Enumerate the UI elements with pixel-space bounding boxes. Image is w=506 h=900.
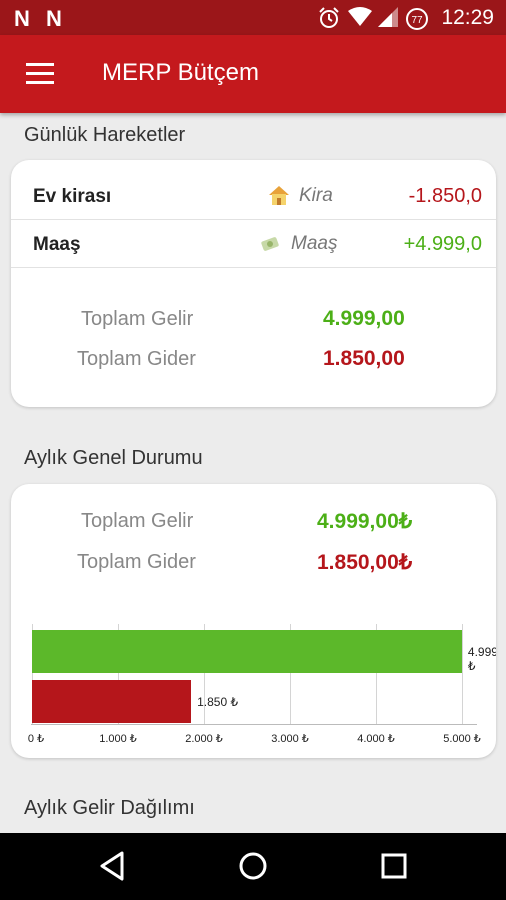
chart-tick-label: 5.000 ₺ [443,733,481,745]
navigation-bar [0,833,506,900]
back-icon[interactable] [96,849,130,883]
money-icon [261,237,279,251]
home-icon[interactable] [236,849,270,883]
status-bar: N N 77 12:29 [0,0,506,35]
notification-icon: N [46,6,62,31]
chart-gridline [462,624,463,724]
chart-tick-label: 3.000 ₺ [271,733,309,745]
transaction-amount: -1.850,0 [408,185,482,207]
transaction-category: Kira [299,185,333,206]
total-income-label: Toplam Gelir [81,308,194,330]
monthly-section-title: Aylık Genel Durumu [24,447,203,469]
battery-level: 77 [411,15,423,26]
app-bar: MERP Bütçem [0,35,506,113]
clock: 12:29 [441,6,494,29]
total-income-value: 4.999,00 [323,307,405,330]
daily-card: Ev kirası Kira -1.850,0 Maaş Maaş +4.999… [11,160,496,407]
total-income-label: Toplam Gelir [81,510,194,532]
transaction-name: Maaş [33,234,81,255]
alarm-icon [319,7,339,28]
hamburger-menu-icon[interactable] [26,63,54,85]
total-income-value: 4.999,00₺ [317,510,413,533]
total-expense-value: 1.850,00 [323,347,405,370]
transaction-row[interactable]: Ev kirası Kira -1.850,0 [11,172,496,220]
transaction-category: Maaş [291,233,338,254]
income-expense-bar-chart: 0 ₺ 1.000 ₺ 2.000 ₺ 3.000 ₺ 4.000 ₺ 5.000 ₺ 4.… [11,602,496,754]
wifi-icon [348,7,372,26]
chart-tick-label: 2.000 ₺ [185,733,223,745]
total-expense-label: Toplam Gider [77,551,196,573]
chart-tick-label: 4.000 ₺ [357,733,395,745]
app-title: MERP Bütçem [102,59,259,86]
transaction-amount: +4.999,0 [403,233,482,255]
bar-value-label: 1.850 ₺ [197,695,239,709]
chart-tick-label: 0 ₺ [27,733,45,745]
daily-section-title: Günlük Hareketler [24,124,186,146]
income-distribution-section-title: Aylık Gelir Dağılımı [24,797,195,819]
chart-x-axis [31,724,477,725]
house-icon [269,186,289,205]
total-expense-value: 1.850,00₺ [317,551,413,574]
bar-value-label: 4.999 ₺ [467,645,496,673]
battery-icon: 77 [406,8,428,30]
monthly-card: Toplam Gelir 4.999,00₺ Toplam Gider 1.85… [11,484,496,758]
total-expense-label: Toplam Gider [77,348,196,370]
notification-icon: N [14,6,30,31]
chart-tick-label: 1.000 ₺ [99,733,137,745]
expense-bar [32,680,192,723]
signal-icon [378,7,398,27]
income-bar [32,630,462,673]
recents-icon[interactable] [377,849,411,883]
transaction-row[interactable]: Maaş Maaş +4.999,0 [11,220,496,268]
transaction-name: Ev kirası [33,186,112,207]
